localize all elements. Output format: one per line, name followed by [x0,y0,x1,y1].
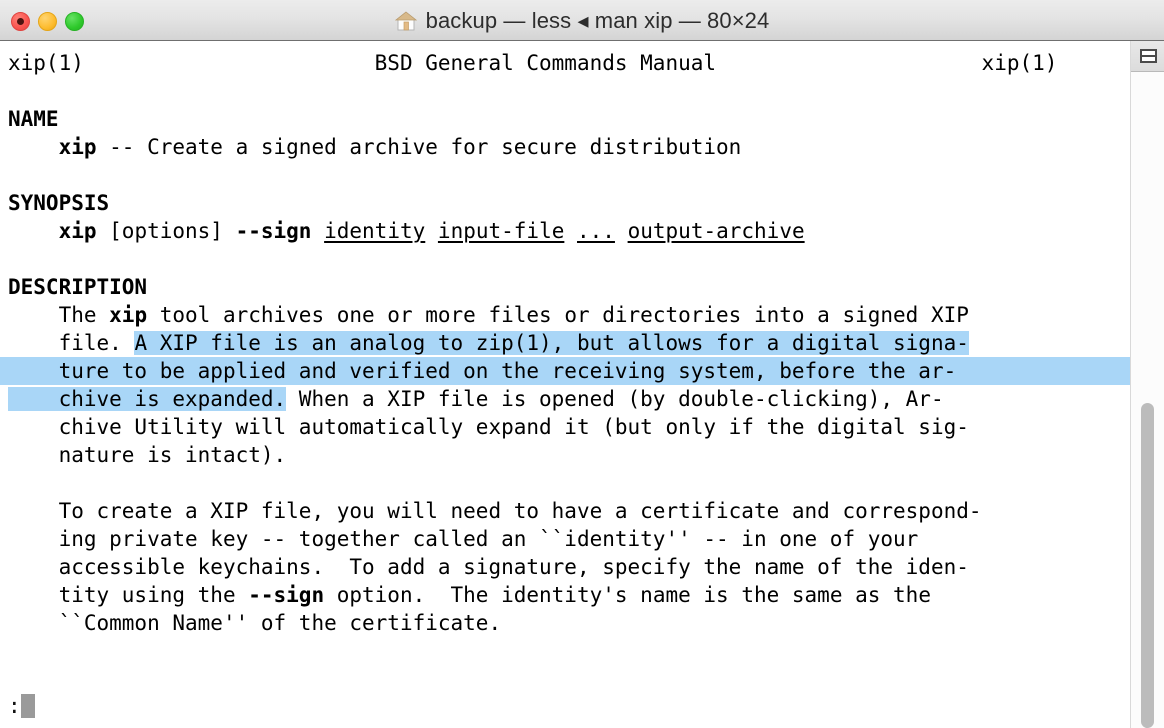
synopsis-sign-flag: --sign [235,219,312,243]
synopsis-heading-text: SYNOPSIS [8,191,110,215]
manpage-header-left: xip(1) [8,51,84,75]
p1l3-selected-text: ture to be applied and verified on the r… [58,359,957,383]
synopsis-arg-ellipsis: ... [577,219,615,243]
traffic-light-buttons [11,12,84,31]
title-group: backup — less ◂ man xip — 80×24 [0,0,1164,41]
p1l1-c: tool archives one or more files or direc… [147,303,969,327]
block-cursor [20,694,35,718]
p2l3-text: accessible keychains. To add a signature… [58,555,969,579]
synopsis-arg-input-file: input-file [437,219,565,243]
home-icon [394,10,417,30]
section-heading-description: DESCRIPTION [0,273,1130,301]
zoom-button[interactable] [65,12,84,31]
synopsis-arg-output-archive: output-archive [627,219,805,243]
p2l4-sign-flag: --sign [248,583,325,607]
terminal-content[interactable]: xip(1) BSD General Commands Manual xip(1… [0,41,1130,728]
description-p1-line1: The xip tool archives one or more files … [0,301,1130,329]
description-p1-line6: nature is intact). [0,441,1130,469]
name-heading-text: NAME [8,107,59,131]
pager-prompt-colon: : [8,694,21,718]
p1l4-selected-text: chive is expanded. [58,387,287,411]
description-p1-line3: ture to be applied and verified on the r… [0,357,1130,385]
manpage-header-center: BSD General Commands Manual [374,51,717,75]
p2l4-a: tity using the [58,583,249,607]
p2l2-text: ing private key -- together called an ``… [58,527,919,551]
description-p2-line5: ``Common Name'' of the certificate. [0,609,1130,637]
description-p1-line2: file. A XIP file is an analog to zip(1),… [0,329,1130,357]
p1l6-text: nature is intact). [58,443,287,467]
synopsis-arg-identity: identity [324,219,426,243]
section-heading-synopsis: SYNOPSIS [0,189,1130,217]
description-p2-line4: tity using the --sign option. The identi… [0,581,1130,609]
description-p1-line4: chive is expanded. When a XIP file is op… [0,385,1130,413]
close-button[interactable] [11,12,30,31]
scrollbar-thumb[interactable] [1141,403,1154,728]
pager-prompt[interactable]: : [0,692,35,720]
description-p2-line3: accessible keychains. To add a signature… [0,553,1130,581]
title-bar[interactable]: backup — less ◂ man xip — 80×24 [0,0,1164,41]
scrollbar-track[interactable] [1131,72,1164,728]
name-command: xip [58,135,97,159]
description-heading-text: DESCRIPTION [8,275,148,299]
p2l1-text: To create a XIP file, you will need to h… [58,499,982,523]
p1l4-plain: When a XIP file is opened (by double-cli… [286,387,944,411]
synopsis-options: [options] [96,219,236,243]
description-p2-line2: ing private key -- together called an ``… [0,525,1130,553]
p1l1-a: The [58,303,110,327]
p1l2-selected-text: A XIP file is an analog to zip(1), but a… [134,331,969,355]
description-p1-line5: chive Utility will automatically expand … [0,413,1130,441]
name-description: -- Create a signed archive for secure di… [96,135,742,159]
description-p2-line1: To create a XIP file, you will need to h… [0,497,1130,525]
right-gutter [1130,41,1164,728]
minimize-button[interactable] [38,12,57,31]
p1l5-text: chive Utility will automatically expand … [58,415,969,439]
manpage-header-line: xip(1) BSD General Commands Manual xip(1… [0,49,1130,77]
manpage-header-right: xip(1) [981,51,1058,75]
window-title: backup — less ◂ man xip — 80×24 [425,7,770,33]
synopsis-command: xip [58,219,97,243]
p1l2-plain: file. [58,331,135,355]
header-gap-right [716,51,982,75]
p1l4-selected-indent [8,387,59,411]
p2l4-c: option. The identity's name is the same … [324,583,931,607]
header-gap-left [84,51,375,75]
name-body-line: xip -- Create a signed archive for secur… [0,133,1130,161]
list-menu-button[interactable] [1131,41,1164,72]
section-heading-name: NAME [0,105,1130,133]
list-menu-icon [1139,49,1157,63]
terminal-window: backup — less ◂ man xip — 80×24 xip(1) B… [0,0,1164,728]
p2l5-text: ``Common Name'' of the certificate. [58,611,502,635]
synopsis-body-line: xip [options] --sign identity input-file… [0,217,1130,245]
p1l1-command: xip [109,303,148,327]
